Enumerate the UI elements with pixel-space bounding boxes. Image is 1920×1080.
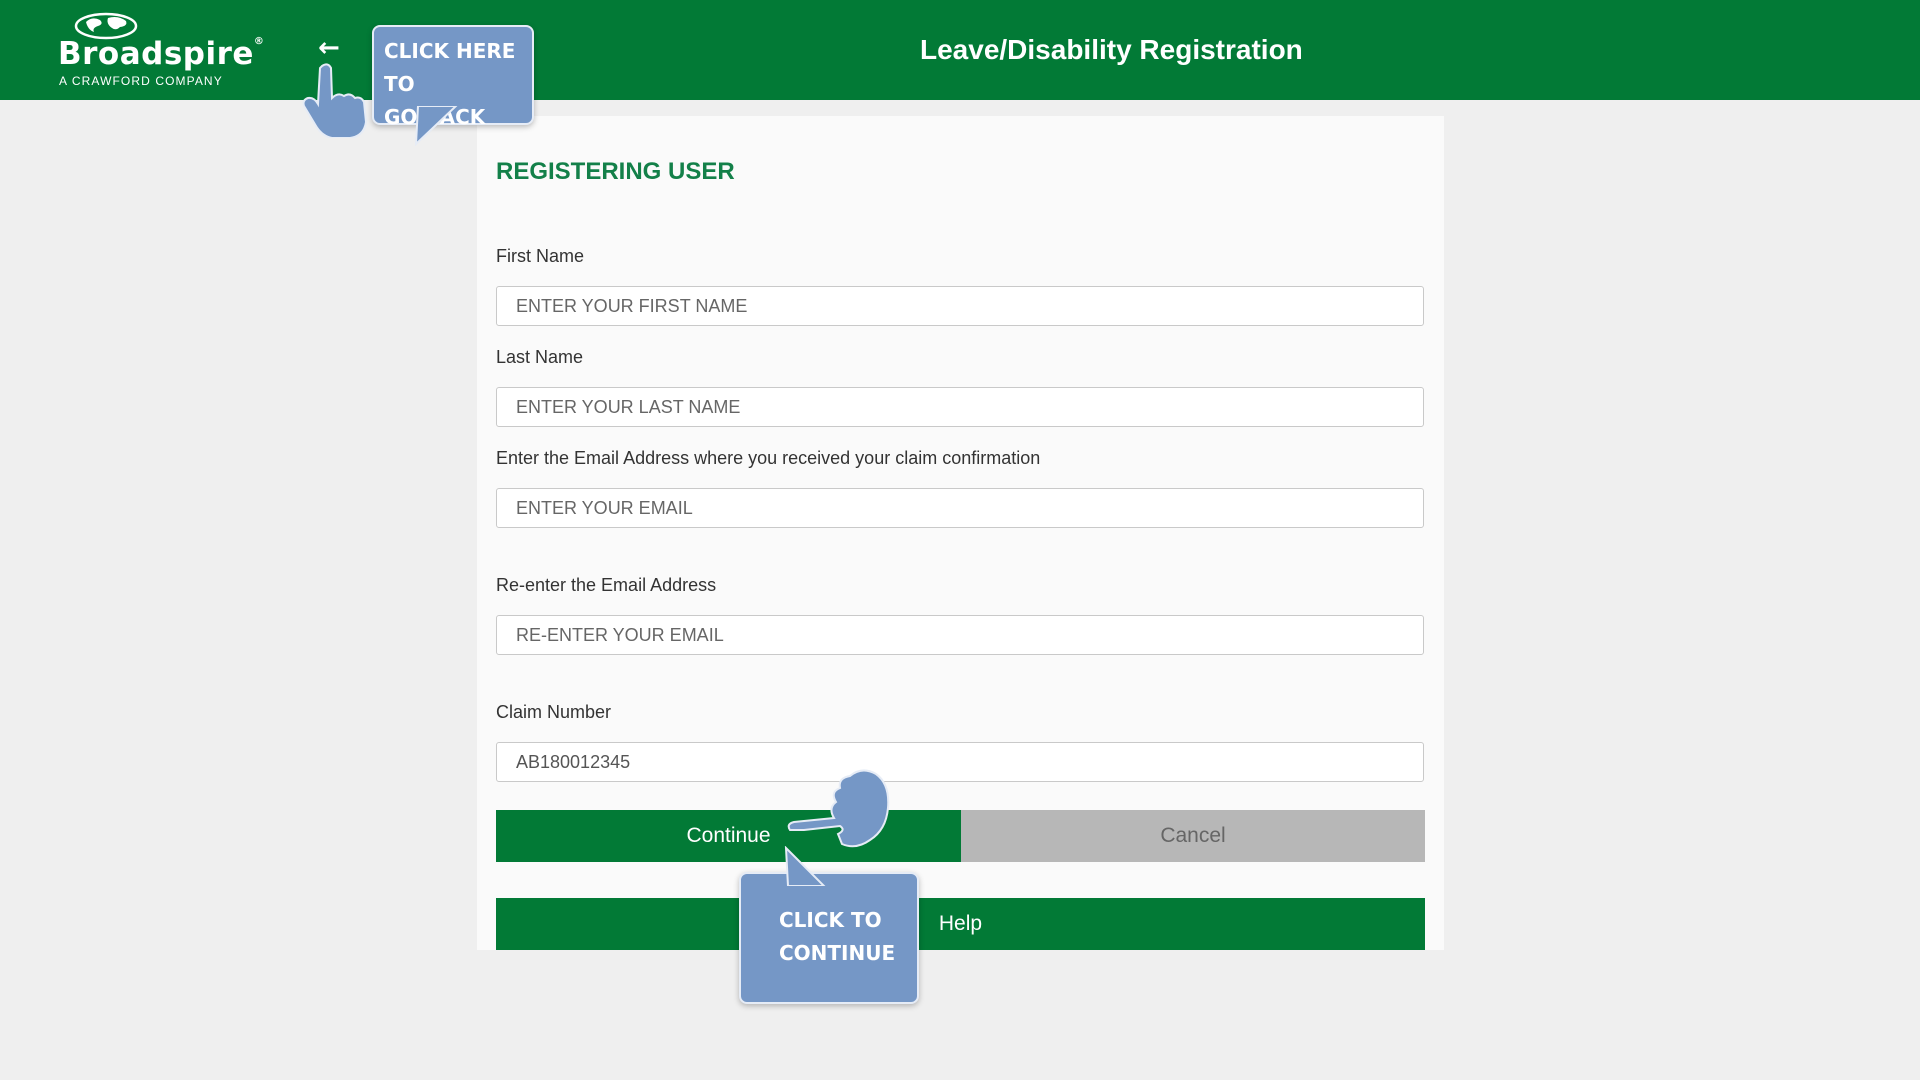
last-name-input[interactable] bbox=[496, 387, 1424, 427]
first-name-input[interactable] bbox=[496, 286, 1424, 326]
page-title: Leave/Disability Registration bbox=[920, 34, 1303, 65]
cancel-button[interactable]: Cancel bbox=[961, 810, 1425, 862]
email-label: Enter the Email Address where you receiv… bbox=[496, 448, 1041, 468]
first-name-label: First Name bbox=[496, 246, 585, 266]
callout-pointer bbox=[414, 106, 458, 146]
header-bar: Broadspire® A CRAWFORD COMPANY ← Leave/D… bbox=[0, 0, 1920, 100]
section-title: REGISTERING USER bbox=[496, 158, 735, 185]
broadspire-logo: Broadspire® A CRAWFORD COMPANY bbox=[58, 12, 264, 92]
help-button[interactable]: Help bbox=[496, 898, 1425, 950]
back-callout-line1: CLICK HERE TO bbox=[384, 39, 516, 96]
email-input[interactable] bbox=[496, 488, 1424, 528]
pointing-hand-icon bbox=[302, 63, 368, 138]
last-name-label: Last Name bbox=[496, 347, 584, 367]
reenter-email-label: Re-enter the Email Address bbox=[496, 575, 717, 595]
logo-name: Broadspire® bbox=[58, 36, 265, 72]
logo-tagline: A CRAWFORD COMPANY bbox=[59, 74, 223, 88]
claim-number-label: Claim Number bbox=[496, 702, 612, 722]
continue-callout-line1: CLICK TO bbox=[779, 908, 882, 932]
continue-callout-line2: CONTINUE bbox=[779, 941, 896, 965]
reenter-email-input[interactable] bbox=[496, 615, 1424, 655]
continue-callout: CLICK TO CONTINUE bbox=[739, 872, 919, 1004]
back-arrow-icon[interactable]: ← bbox=[318, 35, 344, 61]
registration-card: REGISTERING USER First Name Last Name En… bbox=[477, 116, 1444, 950]
callout-pointer bbox=[784, 846, 826, 886]
continue-button[interactable]: Continue bbox=[496, 810, 961, 862]
claim-number-input[interactable] bbox=[496, 742, 1424, 782]
